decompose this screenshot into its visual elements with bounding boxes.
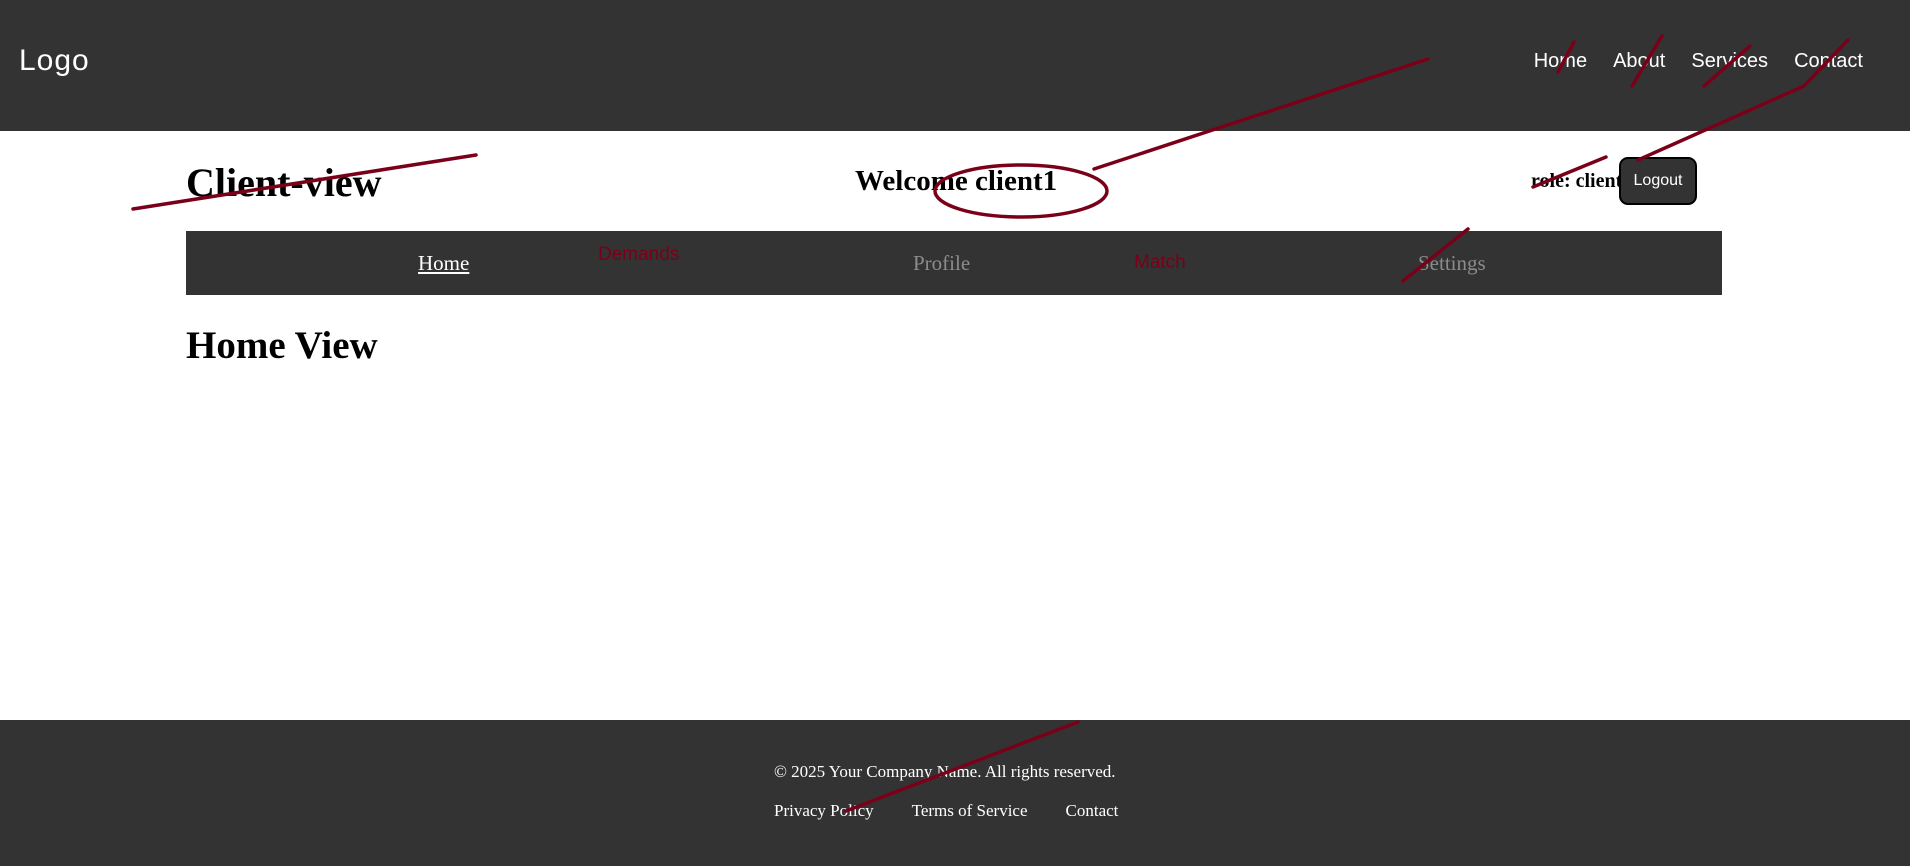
top-navbar: Logo Home About Services Contact (0, 0, 1910, 131)
footer-links: Privacy Policy Terms of Service Contact (774, 801, 1118, 821)
top-nav-home-link[interactable]: Home (1534, 50, 1587, 73)
top-nav-services-link[interactable]: Services (1691, 50, 1768, 73)
copyright-text: © 2025 Your Company Name. All rights res… (774, 762, 1116, 781)
top-nav-about-link[interactable]: About (1613, 50, 1665, 73)
section-title: Home View (186, 324, 378, 367)
footer-privacy-link[interactable]: Privacy Policy (774, 801, 874, 821)
page-title: Client-view (186, 160, 382, 205)
page-header: Client-view Welcome client1 role: client… (186, 155, 1722, 207)
subnav-profile-link[interactable]: Profile (913, 251, 970, 276)
footer-terms-link[interactable]: Terms of Service (912, 801, 1028, 821)
subnav-home-link[interactable]: Home (418, 251, 469, 276)
subnav-match-link[interactable]: Match (1134, 252, 1186, 274)
subnav-settings-link[interactable]: Settings (1418, 251, 1486, 276)
welcome-message: Welcome client1 (855, 165, 1058, 197)
footer: © 2025 Your Company Name. All rights res… (0, 720, 1910, 866)
top-nav: Home About Services Contact (1534, 50, 1863, 73)
logout-button[interactable]: Logout (1619, 157, 1697, 205)
subnav-demands-link[interactable]: Demands (598, 244, 679, 266)
footer-contact-link[interactable]: Contact (1066, 801, 1119, 821)
role-label: role: client (1531, 170, 1623, 192)
top-nav-contact-link[interactable]: Contact (1794, 50, 1863, 73)
client-subnav: Home Demands Profile Match Settings (186, 231, 1722, 295)
logo: Logo (19, 44, 90, 77)
